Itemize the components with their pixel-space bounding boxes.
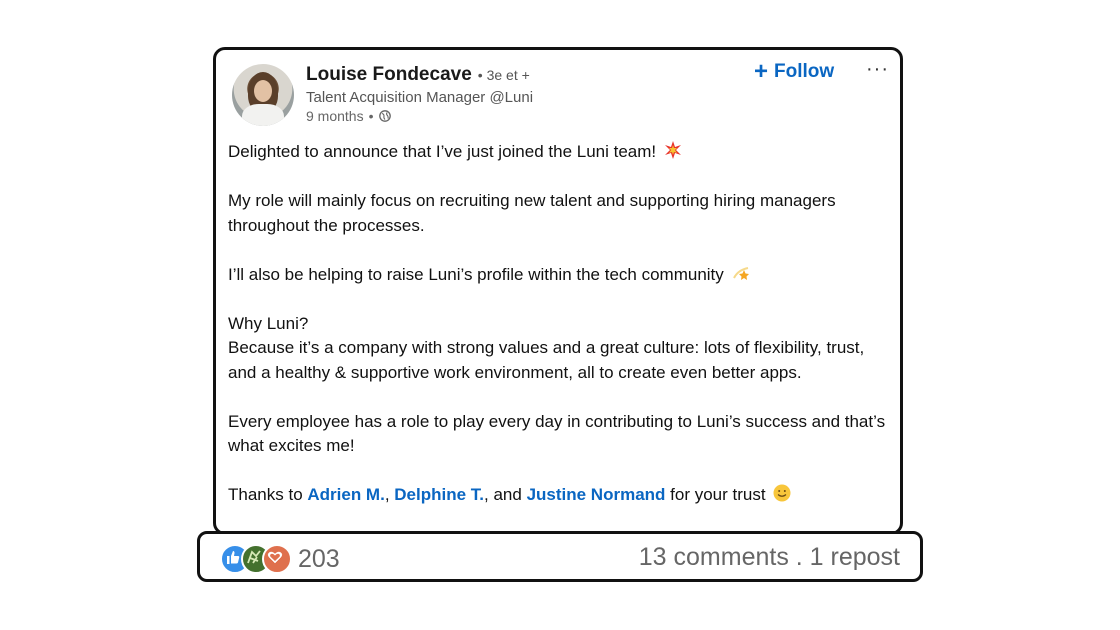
follow-label: Follow bbox=[774, 61, 835, 82]
post-line-5: Every employee has a role to play every … bbox=[228, 411, 886, 456]
mention-justine[interactable]: Justine Normand bbox=[527, 485, 666, 504]
post-header: Louise Fondecave • 3e et + Talent Acquis… bbox=[306, 64, 533, 124]
post-paragraph: Thanks to Adrien M., Delphine T., and Ju… bbox=[228, 483, 896, 508]
post-paragraph: My role will mainly focus on recruiting … bbox=[228, 189, 896, 238]
post-line-4a: Why Luni? bbox=[228, 313, 309, 333]
post-line-1: Delighted to announce that I’ve just joi… bbox=[228, 142, 657, 161]
more-icon[interactable]: ··· bbox=[866, 58, 889, 81]
thanks-prefix: Thanks to bbox=[228, 485, 308, 504]
social-counts-bar: 203 13 comments . 1 repost bbox=[197, 531, 923, 582]
dizzy-emoji-icon bbox=[732, 266, 749, 280]
plus-icon: + bbox=[754, 58, 769, 85]
mention-separator: , bbox=[384, 485, 395, 504]
comments-reposts-count[interactable]: 13 comments . 1 repost bbox=[639, 543, 900, 572]
post-paragraph: I’ll also be helping to raise Luni’s pro… bbox=[228, 263, 896, 288]
meta-separator: • bbox=[368, 108, 374, 124]
mention-adrien[interactable]: Adrien M. bbox=[307, 485, 384, 504]
avatar[interactable] bbox=[232, 64, 294, 126]
author-name[interactable]: Louise Fondecave bbox=[306, 64, 472, 86]
post-paragraph: Every employee has a role to play every … bbox=[228, 410, 896, 459]
post-line-3: I’ll also be helping to raise Luni’s pro… bbox=[228, 264, 724, 284]
reactions-summary[interactable]: 203 bbox=[220, 544, 340, 574]
collision-emoji-icon bbox=[664, 141, 681, 159]
follow-button[interactable]: + Follow bbox=[754, 58, 835, 85]
author-headline: Talent Acquisition Manager @Luni bbox=[306, 89, 534, 106]
post-line-4b: Because it’s a company with strong value… bbox=[228, 338, 865, 382]
mention-delphine[interactable]: Delphine T. bbox=[394, 485, 484, 504]
post-meta: 9 months • bbox=[306, 108, 533, 124]
post-line-2: My role will mainly focus on recruiting … bbox=[228, 191, 836, 235]
post-paragraph: Why Luni? Because it’s a company with st… bbox=[228, 312, 896, 386]
smile-emoji-icon bbox=[773, 484, 791, 502]
post-paragraph: Delighted to announce that I’ve just joi… bbox=[228, 140, 896, 165]
mention-separator: , and bbox=[484, 485, 527, 504]
post-time: 9 months bbox=[306, 108, 364, 124]
connection-degree: • 3e et + bbox=[477, 67, 530, 83]
reaction-count[interactable]: 203 bbox=[298, 545, 340, 574]
globe-icon bbox=[378, 110, 391, 122]
love-icon bbox=[262, 544, 292, 574]
post-body: Delighted to announce that I’ve just joi… bbox=[228, 140, 896, 508]
thanks-suffix: for your trust bbox=[665, 485, 766, 504]
post-card: Louise Fondecave • 3e et + Talent Acquis… bbox=[213, 47, 903, 535]
